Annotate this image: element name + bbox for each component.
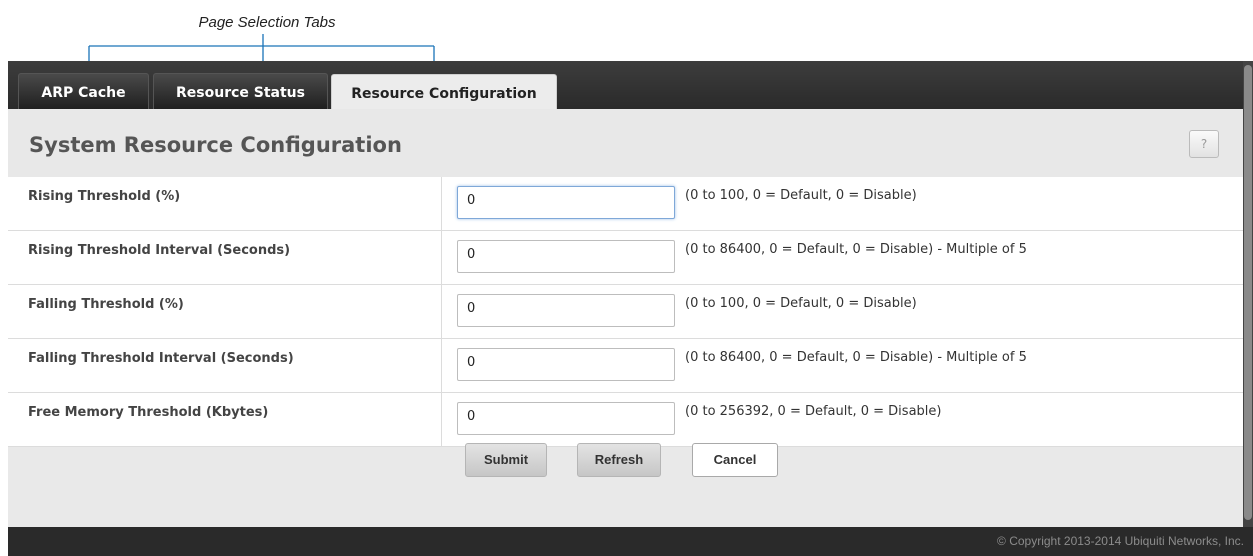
falling-threshold-interval-input[interactable]: 0 (457, 348, 675, 381)
column-divider (441, 177, 442, 231)
column-divider (441, 339, 442, 393)
field-label: Falling Threshold Interval (Seconds) (28, 351, 294, 366)
column-divider (441, 393, 442, 447)
field-row-free-memory-threshold: Free Memory Threshold (Kbytes) 0 (0 to 2… (8, 393, 1243, 447)
copyright-text: © Copyright 2013-2014 Ubiquiti Networks,… (997, 534, 1244, 548)
tab-resource-status[interactable]: Resource Status (153, 73, 328, 109)
page-title: System Resource Configuration (29, 133, 402, 157)
free-memory-threshold-input[interactable]: 0 (457, 402, 675, 435)
field-hint: (0 to 86400, 0 = Default, 0 = Disable) -… (685, 242, 1027, 257)
cancel-button[interactable]: Cancel (692, 443, 778, 477)
field-label: Falling Threshold (%) (28, 297, 184, 312)
rising-threshold-input[interactable]: 0 (457, 186, 675, 219)
field-label: Free Memory Threshold (Kbytes) (28, 405, 269, 420)
field-hint: (0 to 100, 0 = Default, 0 = Disable) (685, 296, 917, 311)
field-hint: (0 to 100, 0 = Default, 0 = Disable) (685, 188, 917, 203)
tab-resource-configuration[interactable]: Resource Configuration (331, 74, 557, 109)
field-row-falling-threshold-interval: Falling Threshold Interval (Seconds) 0 (… (8, 339, 1243, 393)
question-mark-icon: ? (1200, 137, 1208, 151)
field-hint: (0 to 256392, 0 = Default, 0 = Disable) (685, 404, 942, 419)
submit-button[interactable]: Submit (465, 443, 547, 477)
tab-bar: ARP Cache Resource Status Resource Confi… (8, 61, 1253, 109)
scrollbar-thumb[interactable] (1244, 65, 1252, 520)
field-label: Rising Threshold (%) (28, 189, 181, 204)
rising-threshold-interval-input[interactable]: 0 (457, 240, 675, 273)
field-hint: (0 to 86400, 0 = Default, 0 = Disable) -… (685, 350, 1027, 365)
tab-arp-cache[interactable]: ARP Cache (18, 73, 149, 109)
field-row-rising-threshold-interval: Rising Threshold Interval (Seconds) 0 (0… (8, 231, 1243, 285)
falling-threshold-input[interactable]: 0 (457, 294, 675, 327)
field-row-rising-threshold: Rising Threshold (%) 0 (0 to 100, 0 = De… (8, 177, 1243, 231)
field-row-falling-threshold: Falling Threshold (%) 0 (0 to 100, 0 = D… (8, 285, 1243, 339)
column-divider (441, 231, 442, 285)
refresh-button[interactable]: Refresh (577, 443, 661, 477)
help-button[interactable]: ? (1189, 130, 1219, 158)
column-divider (441, 285, 442, 339)
scrollbar-track[interactable] (1243, 61, 1253, 527)
footer-bar: © Copyright 2013-2014 Ubiquiti Networks,… (8, 527, 1253, 556)
app-window: ARP Cache Resource Status Resource Confi… (8, 61, 1253, 556)
field-label: Rising Threshold Interval (Seconds) (28, 243, 291, 258)
panel-header: System Resource Configuration ? (8, 109, 1243, 178)
